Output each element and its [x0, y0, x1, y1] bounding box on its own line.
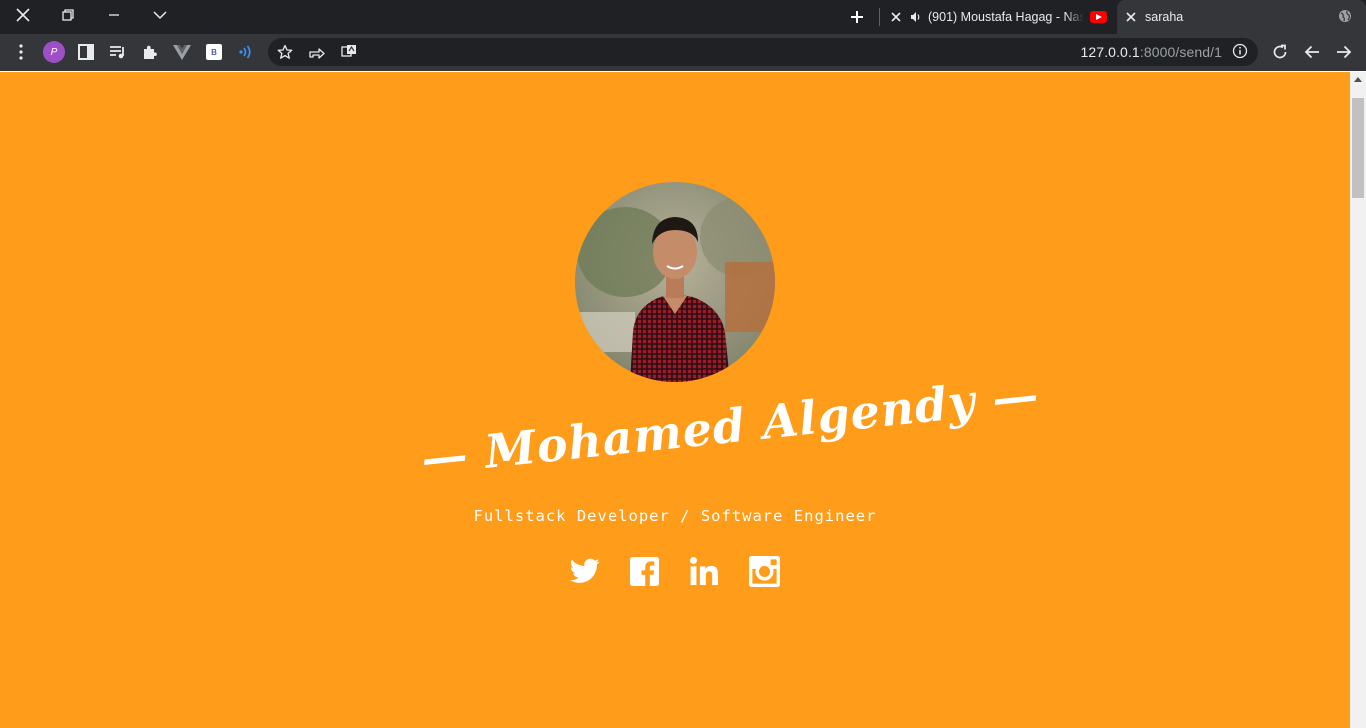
- bookmark-star-button[interactable]: [273, 40, 297, 64]
- close-window-button[interactable]: [0, 0, 46, 30]
- reload-button[interactable]: [1268, 40, 1292, 64]
- star-icon: [277, 44, 293, 59]
- instagram-icon: [748, 555, 780, 587]
- tab-search-button[interactable]: [137, 0, 183, 30]
- tab-close-button[interactable]: [888, 9, 904, 25]
- share-icon: [309, 48, 325, 59]
- forward-button[interactable]: [1332, 40, 1356, 64]
- instagram-link[interactable]: [747, 554, 781, 588]
- menu-button[interactable]: [9, 40, 33, 64]
- profile-initial: P: [50, 46, 58, 58]
- tab-divider: [879, 8, 880, 26]
- audio-playing-icon[interactable]: [910, 11, 922, 23]
- tab-youtube[interactable]: (901) Moustafa Hagag - Nasaya: [882, 0, 1116, 34]
- profile-photo: [575, 182, 775, 382]
- close-icon: [1126, 12, 1136, 22]
- social-links: [565, 554, 785, 590]
- plus-icon: [851, 11, 863, 23]
- back-button[interactable]: [1300, 40, 1324, 64]
- extensions-button[interactable]: [138, 40, 162, 64]
- vue-icon: [173, 45, 191, 60]
- sound-waves-icon: [239, 45, 251, 59]
- new-tab-button[interactable]: [843, 5, 871, 29]
- minimize-icon: [109, 14, 119, 16]
- read-aloud-extension[interactable]: [234, 40, 258, 64]
- minimize-window-button[interactable]: [91, 0, 137, 30]
- restore-window-button[interactable]: [45, 0, 91, 30]
- reload-icon: [1273, 44, 1287, 59]
- side-panel-button[interactable]: [74, 40, 98, 64]
- close-icon: [16, 8, 30, 22]
- restore-icon: [62, 9, 74, 21]
- share-button[interactable]: [305, 40, 329, 64]
- vertical-scrollbar[interactable]: [1350, 72, 1366, 728]
- profile-name: — Mohamed Algendy —: [418, 366, 1042, 486]
- tab-saraha[interactable]: saraha: [1117, 0, 1366, 34]
- url-host: 127.0.0.1: [1080, 44, 1140, 60]
- facebook-icon: [629, 556, 659, 586]
- b-extension[interactable]: B: [202, 40, 226, 64]
- globe-icon: [1338, 9, 1352, 26]
- linkedin-link[interactable]: [687, 554, 721, 588]
- tab-title: (901) Moustafa Hagag - Nasaya: [928, 10, 1084, 24]
- tab-title: saraha: [1145, 10, 1184, 24]
- browser-toolbar: P B 127.0.0.1:8000/send/1: [0, 34, 1366, 71]
- facebook-link[interactable]: [627, 554, 661, 588]
- media-controls-button[interactable]: [106, 40, 130, 64]
- scrollbar-thumb[interactable]: [1352, 98, 1364, 198]
- info-icon: [1232, 43, 1248, 59]
- profile-photo-image: [575, 182, 775, 382]
- media-queue-icon: [110, 46, 124, 59]
- tab-strip: (901) Moustafa Hagag - Nasaya saraha: [0, 0, 1366, 34]
- youtube-icon: [1090, 11, 1107, 23]
- twitter-icon: [570, 558, 600, 583]
- linkedin-icon: [690, 557, 718, 585]
- tab-close-button[interactable]: [1123, 9, 1139, 25]
- scroll-up-arrow-icon[interactable]: [1354, 77, 1362, 82]
- chevron-down-icon: [153, 11, 167, 20]
- page-viewport: — Mohamed Algendy — Fullstack Developer …: [0, 71, 1366, 728]
- twitter-link[interactable]: [568, 554, 602, 588]
- url-text[interactable]: 127.0.0.1:8000/send/1: [1081, 44, 1222, 60]
- profile-subtitle: Fullstack Developer / Software Engineer: [473, 507, 877, 525]
- arrow-right-icon: [1337, 45, 1352, 59]
- vue-devtools-extension[interactable]: [170, 40, 194, 64]
- close-icon: [891, 12, 901, 22]
- translate-icon: [341, 45, 356, 57]
- puzzle-icon: [144, 45, 157, 59]
- url-path: :8000/send/1: [1139, 44, 1222, 60]
- translate-button[interactable]: [337, 40, 361, 64]
- profile-button[interactable]: P: [42, 40, 66, 64]
- arrow-left-icon: [1304, 45, 1319, 59]
- side-panel-icon: [78, 44, 94, 60]
- kebab-menu-icon: [19, 44, 23, 60]
- b-extension-label: B: [211, 47, 217, 57]
- address-bar[interactable]: 127.0.0.1:8000/send/1: [268, 38, 1258, 66]
- site-info-button[interactable]: [1232, 43, 1248, 64]
